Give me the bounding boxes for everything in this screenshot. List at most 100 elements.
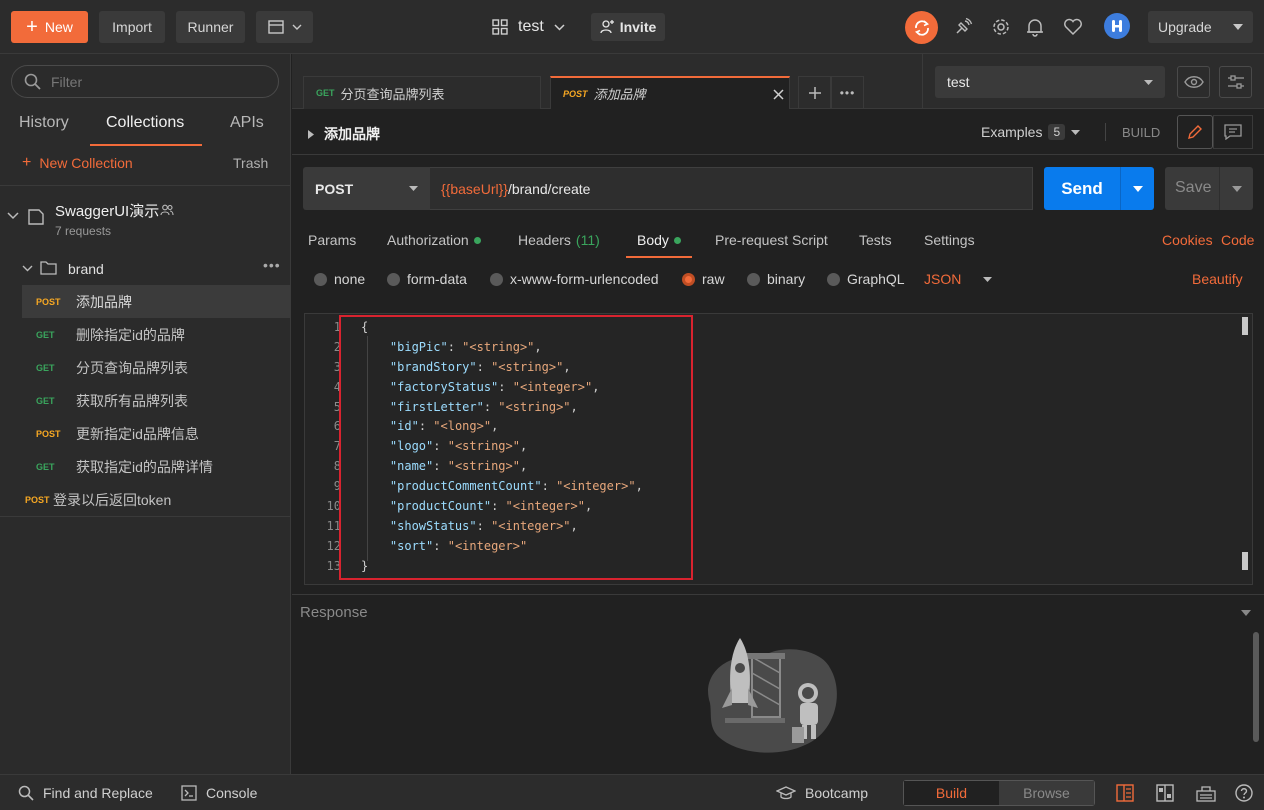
tab-pre-request-script[interactable]: Pre-request Script [715, 232, 828, 248]
new-button[interactable]: + New [11, 11, 88, 43]
radio-label: form-data [407, 271, 467, 287]
environment-quick-look-button[interactable] [1177, 66, 1210, 98]
editor-scrollbar-thumb[interactable] [1242, 552, 1248, 570]
trash-link[interactable]: Trash [233, 155, 268, 171]
tab-collections[interactable]: Collections [106, 114, 184, 132]
body-format-select[interactable]: JSON [924, 271, 993, 287]
save-button[interactable]: Save [1165, 167, 1253, 210]
chevron-right-icon [308, 129, 314, 139]
request-tab-active[interactable]: POST 添加品牌 [550, 76, 790, 109]
tab-params[interactable]: Params [308, 232, 356, 248]
console-button[interactable]: Console [181, 785, 257, 801]
manage-environments-button[interactable] [1219, 66, 1252, 98]
layout-icon[interactable] [1155, 783, 1175, 803]
caret-down-icon[interactable] [1241, 610, 1251, 616]
body-type-binary[interactable]: binary [747, 271, 805, 287]
save-options-button[interactable] [1219, 167, 1253, 210]
close-icon[interactable] [773, 89, 784, 100]
method-badge: GET [36, 395, 55, 406]
sidebar: Filter History Collections APIs + New Co… [0, 54, 291, 774]
sync-button[interactable] [905, 11, 938, 44]
save-label: Save [1175, 179, 1212, 196]
workspace-switcher[interactable]: test [492, 13, 565, 41]
examples-dropdown[interactable]: Examples 5 [981, 124, 1081, 140]
body-type-raw[interactable]: raw [682, 271, 725, 287]
divider [292, 594, 1264, 595]
comment-icon [1224, 124, 1242, 140]
editor-scrollbar-thumb[interactable] [1242, 317, 1248, 335]
body-type-graphql[interactable]: GraphQL [827, 271, 905, 287]
response-scrollbar[interactable] [1253, 632, 1259, 742]
new-collection-button[interactable]: + New Collection [22, 154, 133, 172]
body-type-none[interactable]: none [314, 271, 365, 287]
bell-icon[interactable] [1023, 15, 1047, 39]
request-item[interactable]: POST 登录以后返回token [11, 483, 291, 516]
tab-apis[interactable]: APIs [230, 114, 264, 132]
pencil-icon [1188, 125, 1202, 139]
tab-options-button[interactable]: ••• [831, 76, 864, 109]
browse-mode-button[interactable]: Browse [999, 781, 1094, 805]
cookies-link[interactable]: Cookies [1162, 232, 1213, 248]
send-button[interactable]: Send [1044, 167, 1154, 210]
tab-settings[interactable]: Settings [924, 232, 975, 248]
request-item[interactable]: GET 获取所有品牌列表 [22, 384, 291, 417]
settings-gear-icon[interactable] [989, 15, 1013, 39]
request-item[interactable]: POST 更新指定id品牌信息 [22, 417, 291, 450]
upgrade-button[interactable]: Upgrade [1148, 11, 1253, 43]
method-badge: POST [36, 296, 61, 307]
divider [0, 516, 291, 517]
folder-brand[interactable]: brand ••• [0, 254, 291, 284]
tab-body[interactable]: Body [637, 232, 681, 248]
help-icon[interactable] [1234, 783, 1254, 803]
request-item[interactable]: POST 添加品牌 [22, 285, 291, 318]
new-tab-button[interactable] [798, 76, 831, 109]
two-pane-view-icon[interactable] [1115, 783, 1135, 803]
filter-input[interactable]: Filter [11, 65, 279, 98]
environment-name: test [947, 74, 970, 90]
radio-circle-selected [682, 272, 695, 286]
invite-label: Invite [619, 19, 657, 35]
line-number: 13 [326, 558, 341, 573]
satellite-icon[interactable] [951, 15, 975, 39]
avatar[interactable] [1104, 13, 1130, 39]
find-and-replace-button[interactable]: Find and Replace [18, 785, 153, 801]
request-item[interactable]: GET 分页查询品牌列表 [22, 351, 291, 384]
url-input[interactable]: {{baseUrl}} /brand/create [430, 167, 1033, 210]
request-label: 添加品牌 [76, 293, 132, 310]
comments-button[interactable] [1213, 115, 1253, 149]
runner-button[interactable]: Runner [176, 11, 245, 43]
line-number: 8 [333, 459, 341, 474]
request-item[interactable]: GET 获取指定id的品牌详情 [22, 450, 291, 483]
new-window-button[interactable] [256, 11, 313, 43]
tab-headers[interactable]: Headers (11) [518, 232, 600, 248]
more-icon[interactable]: ••• [263, 257, 281, 273]
body-type-form-data[interactable]: form-data [387, 271, 467, 287]
send-options-button[interactable] [1120, 167, 1154, 210]
tab-tests[interactable]: Tests [859, 232, 892, 248]
line-number: 10 [326, 499, 341, 514]
edit-button[interactable] [1177, 115, 1213, 149]
request-tab[interactable]: GET 分页查询品牌列表 [303, 76, 541, 109]
method-badge: GET [36, 461, 55, 472]
keyboard-shortcuts-icon[interactable] [1196, 783, 1216, 803]
divider [292, 154, 1264, 155]
environment-select[interactable]: test [935, 66, 1165, 98]
request-label: 分页查询品牌列表 [76, 359, 188, 376]
body-type-urlencoded[interactable]: x-www-form-urlencoded [490, 271, 659, 287]
tab-authorization[interactable]: Authorization [387, 232, 481, 248]
request-name-row[interactable]: 添加品牌 [308, 124, 380, 144]
invite-button[interactable]: Invite [591, 13, 665, 41]
method-select[interactable]: POST [303, 167, 430, 210]
line-number: 6 [333, 419, 341, 434]
code-link[interactable]: Code [1221, 232, 1254, 248]
beautify-link[interactable]: Beautify [1192, 271, 1243, 287]
build-mode-button[interactable]: Build [904, 781, 999, 805]
collection-item[interactable]: SwaggerUI演示 7 requests [0, 186, 291, 250]
import-button[interactable]: Import [99, 11, 165, 43]
build-browse-toggle: Build Browse [903, 780, 1095, 806]
tab-history[interactable]: History [19, 114, 69, 132]
request-item[interactable]: GET 删除指定id的品牌 [22, 318, 291, 351]
heart-icon[interactable] [1061, 15, 1085, 39]
line-number: 9 [333, 479, 341, 494]
bootcamp-button[interactable]: Bootcamp [776, 785, 868, 801]
